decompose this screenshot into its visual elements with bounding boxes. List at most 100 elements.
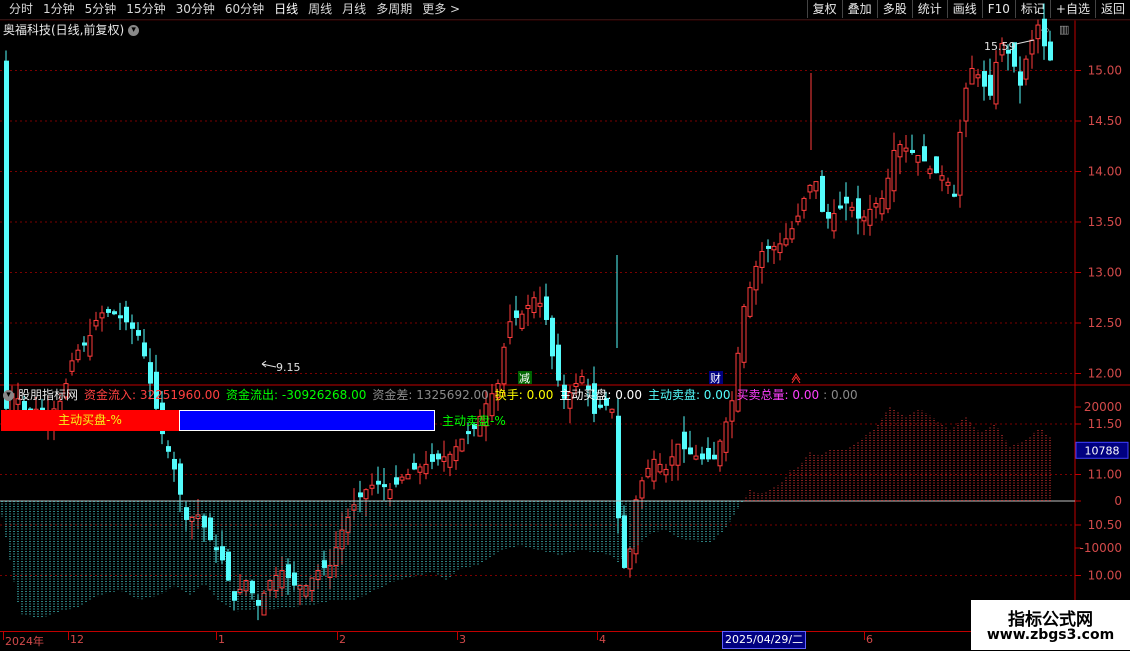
candle-body xyxy=(747,287,753,317)
candle-body xyxy=(69,360,75,372)
timeframe-tab[interactable]: 更多 > xyxy=(417,1,465,18)
tool-button[interactable]: 画线 xyxy=(946,0,982,18)
chart-frame xyxy=(0,19,1130,631)
candle-body xyxy=(838,205,843,209)
candle-body xyxy=(309,577,315,592)
candle-body xyxy=(609,408,615,413)
candle-body xyxy=(412,462,417,470)
candle-body xyxy=(1018,71,1023,86)
indicator-trailing: : 0.00 xyxy=(823,388,858,402)
candle-body xyxy=(879,197,885,215)
price-tick-label: 13.50 xyxy=(1088,215,1122,229)
candle-body xyxy=(142,342,147,357)
date-axis: 2024年12123456 xyxy=(0,631,1075,651)
watermark-url: www.zbgs3.com xyxy=(986,627,1115,643)
tool-button[interactable]: 标记 xyxy=(1014,0,1050,18)
candle-body xyxy=(777,243,783,254)
current-value-badge xyxy=(1075,441,1129,459)
candle-body xyxy=(345,516,351,533)
candle-body xyxy=(214,547,219,551)
candle-body xyxy=(1023,58,1029,80)
candle-body xyxy=(166,446,171,452)
indicator-tick-label: 10000 xyxy=(1084,447,1122,461)
candle-body xyxy=(232,591,237,601)
timeframe-tab[interactable]: 60分钟 xyxy=(220,1,269,18)
indicator-name[interactable]: 股朋指标网 xyxy=(18,388,78,402)
candle-body xyxy=(93,319,99,327)
candle-body xyxy=(988,74,993,96)
indicator-fields: 资金流入: 32251960.00 资金流出: -30926268.00 资金差: … xyxy=(78,388,819,402)
candle-body xyxy=(106,309,111,313)
candle-body xyxy=(394,477,399,485)
candle-body xyxy=(1035,24,1041,40)
indicator-tick-label: 20000 xyxy=(1084,400,1122,414)
stock-title[interactable]: 奥福科技(日线,前复权) ▾ xyxy=(3,21,140,38)
tool-button[interactable]: 统计 xyxy=(911,0,947,18)
timeframe-tab[interactable]: 日线 xyxy=(269,1,303,18)
double-up-arrow-icon[interactable] xyxy=(791,373,801,384)
candle-body xyxy=(729,400,735,422)
candle-body xyxy=(267,580,273,591)
indicator-field: 资金差: 1325692.00 xyxy=(372,388,489,402)
tool-button[interactable]: 复权 xyxy=(806,0,842,18)
candle-body xyxy=(423,463,429,475)
candle-body xyxy=(382,484,387,488)
candle-body xyxy=(903,147,909,152)
candle-body xyxy=(87,335,93,357)
candle-body xyxy=(897,144,903,158)
watermark-logo: 指标公式网 www.zbgs3.com xyxy=(971,600,1130,650)
candle-body xyxy=(663,468,669,476)
candle-body xyxy=(1048,41,1053,61)
panel-toggle-icon[interactable]: ▥ xyxy=(1059,23,1069,36)
candle-body xyxy=(339,529,345,550)
date-axis-tick xyxy=(597,632,598,640)
candle-body xyxy=(430,454,435,462)
timeframe-tab[interactable]: 30分钟 xyxy=(171,1,220,18)
indicator-field: 资金流入: 32251960.00 xyxy=(84,388,221,402)
candle-body xyxy=(783,238,789,246)
high-arrow-icon xyxy=(1015,39,1035,45)
candle-body xyxy=(178,463,183,495)
candle-body xyxy=(856,198,861,219)
chart-canvas[interactable]: 15.00 14.50 14.00 13.50 13.00 12.50 12.00 11.50… xyxy=(0,0,1130,650)
candle-body xyxy=(363,489,369,500)
tool-button[interactable]: F10 xyxy=(981,0,1015,18)
tool-button[interactable]: 返回 xyxy=(1094,0,1130,18)
timeframe-tab[interactable]: 15分钟 xyxy=(121,1,170,18)
diamond-icon[interactable]: ◇ xyxy=(1041,23,1049,36)
timeframe-tab[interactable]: 多周期 xyxy=(371,1,417,18)
tool-button[interactable]: 多股 xyxy=(876,0,912,18)
candle-body xyxy=(963,87,969,122)
date-axis-label: 2 xyxy=(339,633,346,646)
timeframe-tab[interactable]: 5分钟 xyxy=(80,1,122,18)
chevron-down-icon[interactable]: ▾ xyxy=(128,25,140,36)
candle-body xyxy=(250,580,255,594)
price-tick-label: 12.00 xyxy=(1088,367,1122,381)
candle-body xyxy=(417,466,423,473)
timeframe-tab[interactable]: 月线 xyxy=(337,1,371,18)
price-annotations: 15.59 9.15 减 财 xyxy=(261,39,1035,385)
timeframe-tab[interactable]: 分时 xyxy=(4,1,38,18)
tool-button[interactable]: +自选 xyxy=(1049,0,1095,18)
high-price-label: 15.59 xyxy=(984,40,1016,53)
tool-button[interactable]: 叠加 xyxy=(841,0,877,18)
candle-body xyxy=(303,585,309,597)
candle-body xyxy=(766,245,771,249)
candle-body xyxy=(441,456,447,462)
candle-body xyxy=(130,322,135,329)
candle-body xyxy=(789,228,795,240)
candle-body xyxy=(1029,39,1035,55)
candle-body xyxy=(682,431,687,450)
candle-body xyxy=(507,321,513,338)
date-axis-label: 6 xyxy=(866,633,873,646)
timeframe-tab[interactable]: 周线 xyxy=(303,1,337,18)
chevron-down-icon[interactable]: ▾ xyxy=(3,390,14,401)
candle-body xyxy=(501,346,507,385)
candle-body xyxy=(849,206,855,211)
timeframe-tab[interactable]: 1分钟 xyxy=(38,1,80,18)
candle-body xyxy=(322,560,327,568)
price-tick-label: 11.50 xyxy=(1088,417,1122,431)
reduce-marker[interactable] xyxy=(518,371,532,384)
date-axis-tick xyxy=(457,632,458,640)
finance-marker[interactable] xyxy=(709,371,723,384)
